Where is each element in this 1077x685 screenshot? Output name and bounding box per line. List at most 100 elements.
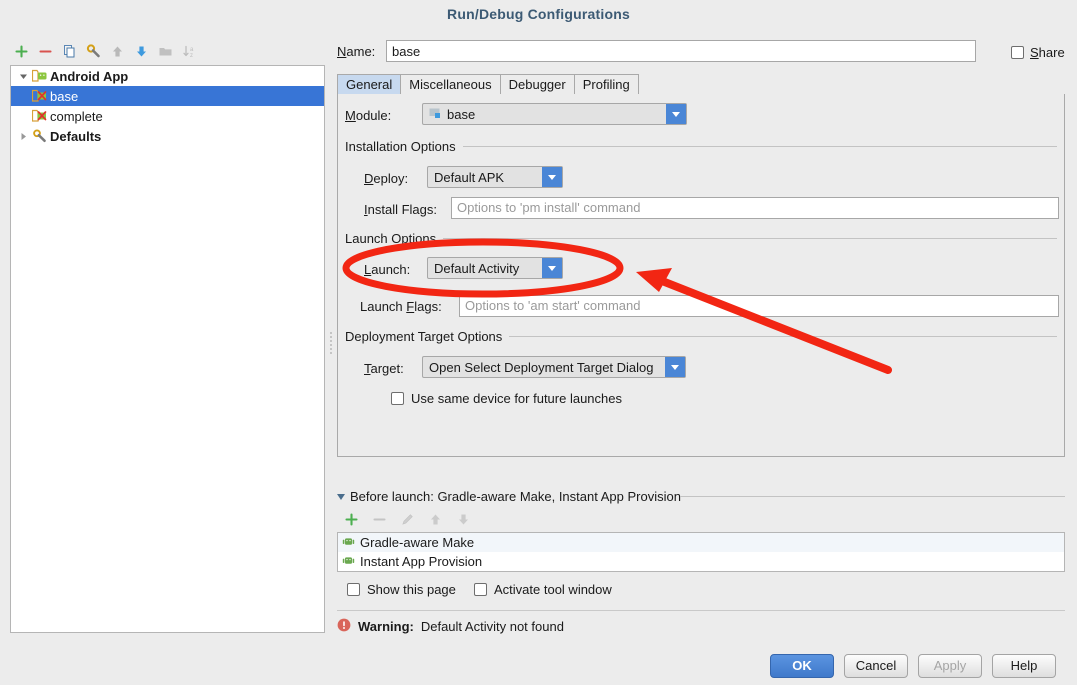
list-item[interactable]: Instant App Provision [338, 552, 1064, 571]
tree-item-label: Android App [49, 69, 128, 84]
tree-item-android-app[interactable]: Android App [11, 66, 324, 86]
show-this-page-label: Show this page [367, 582, 456, 597]
settings-tabs: General Miscellaneous Debugger Profiling [337, 74, 1065, 95]
add-icon[interactable] [10, 41, 32, 63]
before-launch-toolbar [340, 508, 474, 530]
launch-options-section: Launch Options [345, 231, 1057, 246]
sort-icon: a z [178, 41, 200, 63]
section-divider [509, 336, 1057, 337]
activate-tool-window-checkbox[interactable] [474, 583, 487, 596]
add-task-icon[interactable] [340, 508, 362, 530]
tree-item-label: base [49, 89, 78, 104]
target-label: Target: [364, 361, 404, 376]
move-task-down-icon [452, 508, 474, 530]
warning-prefix: Warning: [358, 619, 414, 634]
android-config-error-icon [31, 108, 49, 124]
show-this-page-checkbox-row[interactable]: Show this page [347, 582, 456, 597]
install-flags-input[interactable]: Options to 'pm install' command [451, 197, 1059, 219]
installation-options-section: Installation Options [345, 139, 1057, 154]
move-up-icon [106, 41, 128, 63]
warning-text: Default Activity not found [421, 619, 564, 634]
module-combobox[interactable]: base [422, 103, 687, 125]
dialog-buttons: OK Cancel Apply Help [770, 654, 1056, 678]
deploy-dropdown-arrow-icon[interactable] [542, 167, 562, 187]
section-divider [443, 238, 1057, 239]
copy-icon[interactable] [58, 41, 80, 63]
remove-icon[interactable] [34, 41, 56, 63]
activate-tool-window-label: Activate tool window [494, 582, 612, 597]
edit-task-icon [396, 508, 418, 530]
panel-splitter-handle[interactable] [328, 330, 334, 352]
use-same-device-checkbox[interactable] [391, 392, 404, 405]
module-icon [429, 107, 442, 122]
warning-icon [337, 618, 351, 635]
list-item[interactable]: Gradle-aware Make [338, 533, 1064, 552]
launch-label: Launch: [364, 262, 410, 277]
launch-options-label: Launch Options [345, 231, 436, 246]
target-combobox[interactable]: Open Select Deployment Target Dialog [422, 356, 686, 378]
move-task-up-icon [424, 508, 446, 530]
folder-icon [154, 41, 176, 63]
help-button[interactable]: Help [992, 654, 1056, 678]
edit-defaults-icon[interactable] [82, 41, 104, 63]
launch-dropdown-arrow-icon[interactable] [542, 258, 562, 278]
remove-task-icon [368, 508, 390, 530]
before-launch-header[interactable]: Before launch: Gradle-aware Make, Instan… [337, 489, 681, 504]
android-icon [342, 535, 355, 551]
tree-item-defaults[interactable]: Defaults [11, 126, 324, 146]
launch-flags-input[interactable]: Options to 'am start' command [459, 295, 1059, 317]
svg-text:z: z [190, 53, 193, 59]
share-checkbox-row[interactable]: Share [1011, 45, 1065, 60]
tree-item-base[interactable]: base [11, 86, 324, 106]
task-label: Instant App Provision [360, 554, 482, 569]
launch-value: Default Activity [428, 261, 542, 276]
tab-miscellaneous[interactable]: Miscellaneous [401, 74, 500, 94]
wrench-icon [31, 128, 49, 144]
module-dropdown-arrow-icon[interactable] [666, 104, 686, 124]
task-label: Gradle-aware Make [360, 535, 474, 550]
cancel-button[interactable]: Cancel [844, 654, 908, 678]
tab-general[interactable]: General [337, 74, 401, 94]
deploy-value: Default APK [428, 170, 542, 185]
expand-collapse-chevron-right-icon[interactable] [15, 128, 31, 144]
share-checkbox[interactable] [1011, 46, 1024, 59]
share-label: Share [1030, 45, 1065, 60]
activate-tool-window-checkbox-row[interactable]: Activate tool window [474, 582, 612, 597]
deployment-target-options-section: Deployment Target Options [345, 329, 1057, 344]
deploy-label: Deploy: [364, 171, 408, 186]
tree-item-label: complete [49, 109, 103, 124]
show-this-page-checkbox[interactable] [347, 583, 360, 596]
before-launch-divider [680, 496, 1065, 497]
installation-options-label: Installation Options [345, 139, 456, 154]
configurations-tree[interactable]: Android App base compl [10, 65, 325, 633]
use-same-device-checkbox-row[interactable]: Use same device for future launches [391, 391, 622, 406]
use-same-device-label: Use same device for future launches [411, 391, 622, 406]
target-dropdown-arrow-icon[interactable] [665, 357, 685, 377]
tab-debugger[interactable]: Debugger [501, 74, 575, 94]
collapse-triangle-down-icon[interactable] [337, 494, 345, 500]
name-input[interactable] [386, 40, 976, 62]
target-value: Open Select Deployment Target Dialog [423, 360, 665, 375]
launch-flags-label: Launch Flags: [360, 299, 442, 314]
tree-item-label: Defaults [49, 129, 101, 144]
apply-button: Apply [918, 654, 982, 678]
deploy-combobox[interactable]: Default APK [427, 166, 563, 188]
tree-item-complete[interactable]: complete [11, 106, 324, 126]
module-label: Module: [345, 108, 391, 123]
move-down-icon[interactable] [130, 41, 152, 63]
status-warning: Warning: Default Activity not found [337, 618, 564, 635]
section-divider [463, 146, 1057, 147]
status-divider [337, 610, 1065, 611]
before-launch-task-list[interactable]: Gradle-aware Make Instant App Provision [337, 532, 1065, 572]
ok-button[interactable]: OK [770, 654, 834, 678]
launch-combobox[interactable]: Default Activity [427, 257, 563, 279]
install-flags-label: Install Flags: [364, 202, 437, 217]
dialog-title: Run/Debug Configurations [0, 0, 1077, 28]
android-config-error-icon [31, 88, 49, 104]
configurations-toolbar: a z [10, 40, 325, 63]
tab-profiling[interactable]: Profiling [575, 74, 639, 94]
expand-collapse-chevron-down-icon[interactable] [15, 68, 31, 84]
module-value: base [447, 107, 475, 122]
android-icon [342, 554, 355, 570]
name-label: Name: [337, 44, 375, 59]
